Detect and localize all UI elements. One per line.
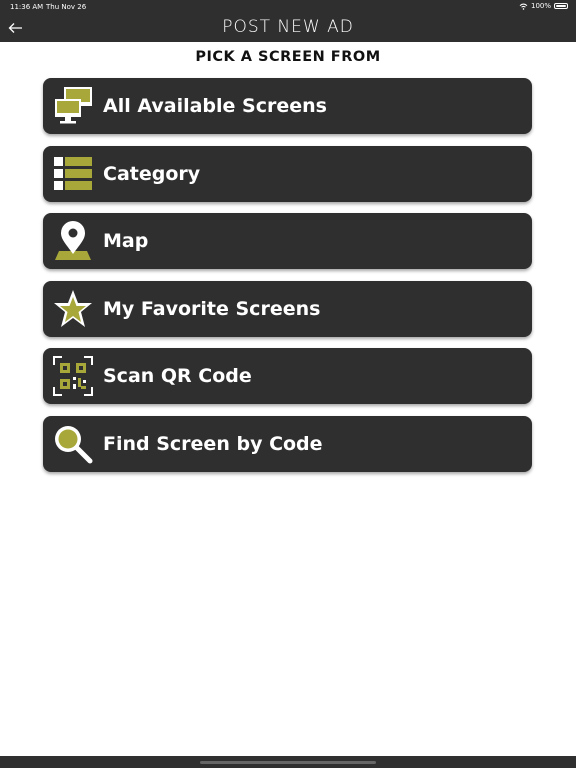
menu-label: Map (103, 230, 149, 252)
find-screen-by-code-button[interactable]: Find Screen by Code (43, 415, 532, 472)
bottom-bar (0, 756, 576, 768)
map-pin-icon (55, 221, 91, 260)
my-favorite-screens-button[interactable]: My Favorite Screens (43, 280, 532, 337)
menu-label: Category (103, 162, 201, 185)
home-indicator[interactable] (200, 761, 376, 764)
wifi-icon (519, 3, 528, 10)
section-heading: PICK A SCREEN FROM (195, 49, 381, 65)
monitors-icon (55, 87, 92, 124)
scan-qr-code-button[interactable]: Scan QR Code (43, 348, 532, 404)
magnifier-icon (55, 425, 93, 463)
menu-label: My Favorite Screens (103, 297, 321, 320)
menu-label: Scan QR Code (103, 365, 252, 387)
screen-source-menu: All Available Screens Category Map My Fa… (43, 78, 532, 483)
battery-icon (554, 3, 568, 9)
menu-label: All Available Screens (103, 95, 327, 117)
star-icon (54, 289, 92, 327)
map-button[interactable]: Map (43, 213, 532, 269)
status-right: 100% (519, 2, 568, 10)
qr-code-icon (53, 356, 93, 396)
nav-bar: POST NEW AD (0, 14, 576, 42)
category-list-icon (54, 156, 92, 190)
status-bar: 11:36 AM Thu Nov 26 100% (0, 0, 576, 14)
battery-percent: 100% (530, 2, 551, 10)
page-title: POST NEW AD (222, 17, 354, 37)
status-time: 11:36 AM (10, 3, 44, 11)
category-button[interactable]: Category (43, 145, 532, 202)
status-date: Thu Nov 26 (46, 3, 87, 11)
menu-label: Find Screen by Code (103, 432, 323, 455)
all-available-screens-button[interactable]: All Available Screens (43, 78, 532, 134)
